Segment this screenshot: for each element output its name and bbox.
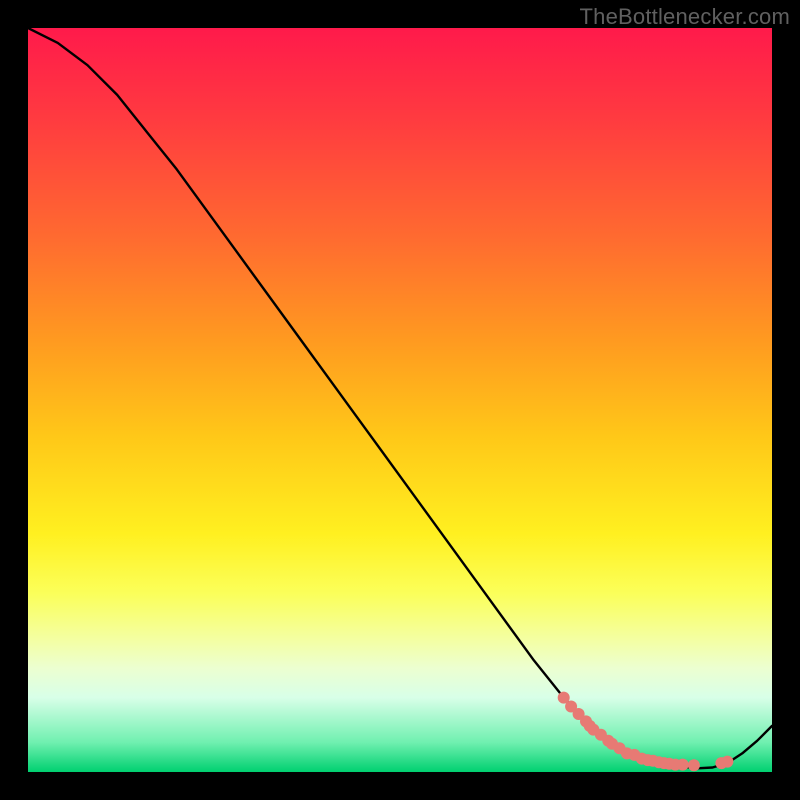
chart-stage: TheBottlenecker.com <box>0 0 800 800</box>
curve-layer <box>28 28 772 772</box>
data-point-marker <box>721 756 733 768</box>
data-point-marker <box>677 759 689 771</box>
curve-markers <box>558 692 734 772</box>
data-point-marker <box>688 759 700 771</box>
plot-area <box>28 28 772 772</box>
watermark-text: TheBottlenecker.com <box>580 4 790 30</box>
bottleneck-curve <box>28 28 772 768</box>
